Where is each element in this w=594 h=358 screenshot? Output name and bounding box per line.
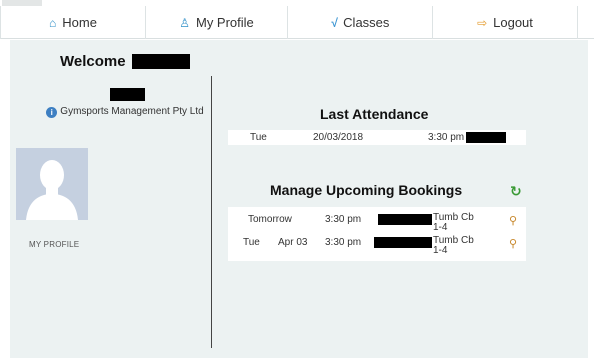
nav-home[interactable]: ⌂ Home (0, 6, 146, 39)
booking-class: Tumb Cb 1-4 (433, 212, 474, 233)
nav-classes-label: Classes (343, 15, 390, 30)
classes-icon: √ (330, 15, 338, 30)
redacted-username (131, 54, 190, 69)
nav-logout-label: Logout (493, 15, 533, 30)
nav-classes[interactable]: √ Classes (288, 6, 433, 39)
welcome-label: Welcome (60, 53, 126, 70)
booking-day: Tomorrow (248, 214, 292, 225)
refresh-icon[interactable]: ↻ (510, 183, 522, 200)
company-name: i Gymsports Management Pty Ltd (40, 106, 210, 118)
booking-time: 3:30 pm (325, 214, 362, 225)
booking-time: 3:30 pm (325, 237, 362, 248)
last-attendance-row: Tue 20/03/2018 3:30 pm (228, 130, 526, 145)
nav-logout[interactable]: ⇨ Logout (433, 6, 578, 39)
logout-icon: ⇨ (477, 15, 488, 30)
booking-class: Tumb Cb 1-4 (433, 235, 474, 256)
company-name-text: Gymsports Management Pty Ltd (60, 106, 204, 117)
search-icon[interactable]: ⚲ (509, 237, 517, 250)
info-icon: i (46, 107, 58, 118)
attendance-time: 3:30 pm (428, 132, 465, 143)
profile-icon: ♙ (179, 15, 190, 30)
booking-day: Tue (243, 237, 260, 248)
last-attendance-title: Last Attendance (320, 106, 429, 122)
attendance-day: Tue (250, 132, 267, 143)
my-profile-link[interactable]: MY PROFILE (29, 240, 79, 249)
table-row: Tomorrow 3:30 pm Tumb Cb 1-4 ⚲ (228, 211, 526, 233)
avatar (16, 148, 88, 220)
bookings-table: Tomorrow 3:30 pm Tumb Cb 1-4 ⚲ Tue Apr 0… (228, 207, 526, 261)
home-icon: ⌂ (49, 15, 57, 30)
redacted-attendance-class (466, 132, 506, 143)
column-divider (211, 76, 212, 348)
redacted-member-name (110, 88, 145, 101)
table-row: Tue Apr 03 3:30 pm Tumb Cb 1-4 ⚲ (228, 234, 526, 256)
welcome-heading: Welcome (60, 53, 190, 70)
main-nav: ⌂ Home ♙ My Profile √ Classes ⇨ Logout (0, 6, 594, 39)
redacted-booking-name (378, 214, 432, 225)
redacted-booking-name (374, 237, 432, 248)
attendance-date: 20/03/2018 (313, 132, 364, 143)
bookings-title: Manage Upcoming Bookings (270, 182, 463, 198)
nav-home-label: Home (62, 15, 97, 30)
dashboard-panel: Welcome i Gymsports Management Pty Ltd MY… (10, 40, 588, 358)
booking-date: Apr 03 (278, 237, 308, 248)
nav-my-profile-label: My Profile (195, 15, 254, 30)
nav-my-profile[interactable]: ♙ My Profile (146, 6, 288, 39)
search-icon[interactable]: ⚲ (509, 214, 517, 227)
